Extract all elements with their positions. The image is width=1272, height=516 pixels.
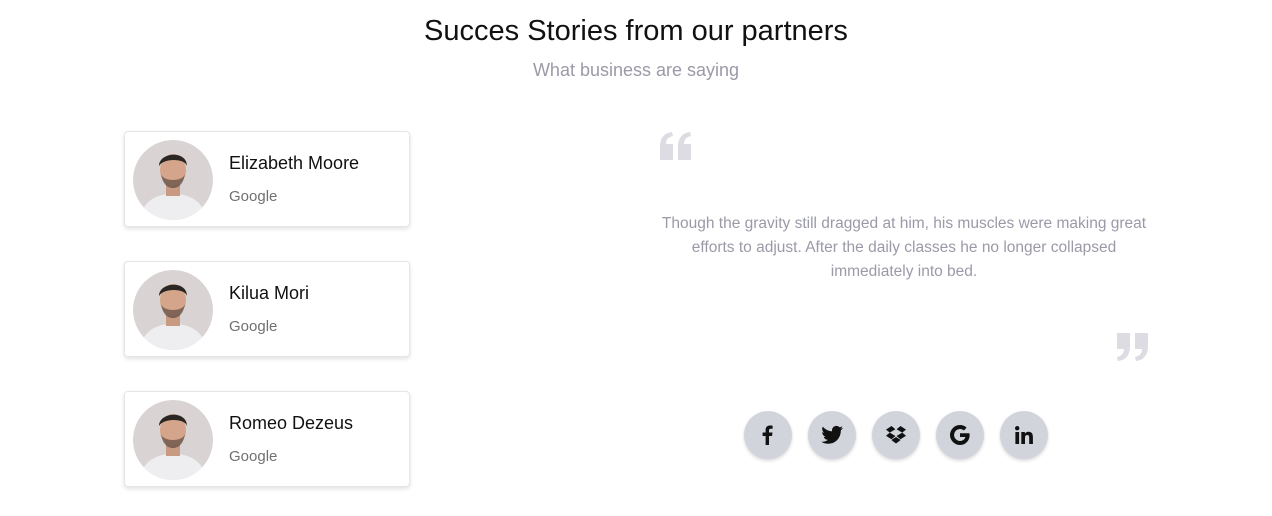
page-title: Succes Stories from our partners bbox=[424, 15, 848, 47]
page-subtitle: What business are saying bbox=[532, 60, 740, 80]
google-icon bbox=[950, 425, 970, 445]
testimonial-card[interactable]: Elizabeth Moore Google bbox=[124, 131, 410, 227]
testimonial-card[interactable]: Kilua Mori Google bbox=[124, 261, 410, 357]
quote-text: Though the gravity still dragged at him,… bbox=[661, 215, 1147, 280]
testimonial-company: Google bbox=[229, 188, 278, 205]
quote-close-icon bbox=[1116, 333, 1148, 366]
avatar bbox=[133, 140, 213, 220]
testimonial-name: Kilua Mori bbox=[229, 283, 310, 303]
avatar bbox=[133, 270, 213, 350]
avatar bbox=[133, 400, 213, 480]
linkedin-icon bbox=[1015, 426, 1033, 444]
twitter-icon bbox=[821, 425, 843, 444]
google-button[interactable] bbox=[936, 411, 984, 459]
twitter-button[interactable] bbox=[808, 411, 856, 459]
quote-open-icon bbox=[660, 132, 692, 165]
testimonial-name: Elizabeth Moore bbox=[229, 153, 360, 173]
testimonial-company: Google bbox=[229, 318, 278, 335]
dropbox-icon bbox=[886, 426, 906, 444]
testimonial-name: Romeo Dezeus bbox=[229, 413, 354, 433]
facebook-button[interactable] bbox=[744, 411, 792, 459]
testimonial-card[interactable]: Romeo Dezeus Google bbox=[124, 391, 410, 487]
facebook-icon bbox=[762, 425, 773, 445]
testimonial-company: Google bbox=[229, 448, 278, 465]
dropbox-button[interactable] bbox=[872, 411, 920, 459]
linkedin-button[interactable] bbox=[1000, 411, 1048, 459]
